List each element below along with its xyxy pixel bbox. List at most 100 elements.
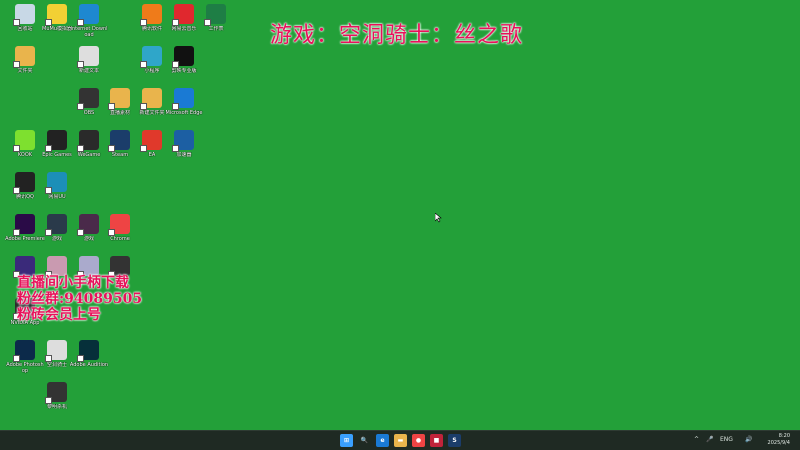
shortcut-arrow-icon: [45, 19, 52, 26]
kook-icon: [13, 130, 35, 152]
desktop-shortcut[interactable]: 新建文件夹: [134, 88, 170, 128]
steam-icon: [108, 130, 130, 152]
microphone-icon[interactable]: 🎤: [706, 436, 713, 443]
netease-music-icon: [172, 4, 194, 26]
app-icon[interactable]: ■: [430, 434, 443, 447]
shortcut-arrow-icon: [140, 103, 147, 110]
app-icon: [140, 46, 162, 68]
desktop-shortcut[interactable]: Steam: [102, 130, 138, 170]
shortcut-arrow-icon: [172, 61, 179, 68]
app-icon: [108, 256, 130, 278]
chrome-icon[interactable]: ●: [412, 434, 425, 447]
desktop-shortcut[interactable]: 加速器: [166, 130, 202, 170]
desktop-shortcut-label: 剪映专业版: [171, 68, 197, 74]
start-button[interactable]: ⊞: [340, 434, 353, 447]
shortcut-arrow-icon: [77, 61, 84, 68]
folder-icon: [13, 46, 35, 68]
promo-overlay: 直播间小手柄下载 粉丝群:94089505 粉砖会员上号: [17, 275, 142, 323]
shortcut-arrow-icon: [13, 61, 20, 68]
game-icon: [77, 214, 99, 236]
desktop-shortcut[interactable]: 回收站: [7, 4, 43, 44]
shortcut-arrow-icon: [140, 61, 147, 68]
desktop-shortcut-label: Microsoft Edge: [165, 110, 203, 116]
search-icon[interactable]: 🔍: [358, 434, 371, 447]
shortcut-arrow-icon: [204, 19, 211, 26]
desktop-shortcut[interactable]: KOOK: [7, 130, 43, 170]
desktop-shortcut[interactable]: 新建文本: [71, 46, 107, 86]
shortcut-arrow-icon: [13, 355, 20, 362]
desktop-shortcut-label: Chrome: [110, 236, 130, 242]
desktop: 回收站 MuMu模拟器 Internet Download 腾讯软件 网易云音乐 工作表文…: [0, 0, 800, 430]
desktop-shortcut[interactable]: 网易云音乐: [166, 4, 202, 44]
file-icon: [77, 46, 99, 68]
desktop-shortcut-label: 黎明杀机: [46, 404, 67, 410]
premiere-icon: [13, 214, 35, 236]
chrome-icon: [108, 214, 130, 236]
game-icon: [45, 340, 67, 362]
desktop-shortcut[interactable]: Chrome: [102, 214, 138, 254]
desktop-shortcut[interactable]: EA: [134, 130, 170, 170]
desktop-shortcut[interactable]: 腾讯QQ: [7, 172, 43, 212]
app-icon: [45, 4, 67, 26]
language-indicator[interactable]: ENG: [720, 436, 733, 443]
shortcut-arrow-icon: [45, 187, 52, 194]
clock[interactable]: 8:20 2025/9/4: [750, 433, 790, 447]
edge-download-icon: [77, 4, 99, 26]
audition-icon: [77, 340, 99, 362]
tray-overflow-icon[interactable]: ^: [694, 436, 699, 443]
shortcut-arrow-icon: [108, 103, 115, 110]
shortcut-arrow-icon: [77, 19, 84, 26]
edge-icon[interactable]: e: [376, 434, 389, 447]
desktop-shortcut[interactable]: 游戏: [39, 214, 75, 254]
shortcut-arrow-icon: [45, 229, 52, 236]
desktop-shortcut[interactable]: Adobe Premiere: [5, 214, 45, 254]
desktop-shortcut[interactable]: Epic Games: [39, 130, 75, 170]
recycle-bin-icon: [13, 4, 35, 26]
file-explorer-icon[interactable]: ▬: [394, 434, 407, 447]
desktop-shortcut[interactable]: 空洞骑士: [39, 340, 75, 380]
desktop-shortcut[interactable]: 剪映专业版: [166, 46, 202, 86]
shortcut-arrow-icon: [172, 145, 179, 152]
shortcut-arrow-icon: [13, 19, 20, 26]
folder-icon: [108, 88, 130, 110]
desktop-shortcut[interactable]: Adobe Audition: [69, 340, 109, 380]
promo-line-fan-group: 粉丝群:94089505: [17, 291, 143, 307]
game-icon: [45, 256, 67, 278]
edge-icon: [172, 88, 194, 110]
shortcut-arrow-icon: [13, 187, 20, 194]
desktop-shortcut-label: 加速器: [176, 152, 192, 158]
shortcut-arrow-icon: [172, 103, 179, 110]
desktop-shortcut[interactable]: MuMu模拟器: [39, 4, 75, 44]
game-icon: [77, 256, 99, 278]
desktop-shortcut[interactable]: 文件夹: [7, 46, 43, 86]
promo-line-download: 直播间小手柄下载: [17, 275, 129, 291]
desktop-shortcut[interactable]: Adobe Photoshop: [6, 340, 44, 380]
desktop-shortcut[interactable]: 网易UU: [39, 172, 75, 212]
desktop-shortcut[interactable]: 小程序: [134, 46, 170, 86]
folder-icon: [140, 88, 162, 110]
desktop-shortcut[interactable]: 工作表: [198, 4, 234, 44]
shortcut-arrow-icon: [45, 355, 52, 362]
desktop-shortcut[interactable]: 直播素材: [102, 88, 138, 128]
game-title-overlay: 游戏：空洞骑士：丝之歌: [270, 23, 524, 48]
shortcut-arrow-icon: [77, 355, 84, 362]
desktop-shortcut[interactable]: Microsoft Edge: [166, 88, 202, 128]
shortcut-arrow-icon: [77, 229, 84, 236]
app-icon: [13, 256, 35, 278]
shortcut-arrow-icon: [13, 229, 20, 236]
desktop-shortcut-label: 工作表: [208, 26, 224, 32]
qq-icon: [13, 172, 35, 194]
desktop-shortcut[interactable]: 腾讯软件: [134, 4, 170, 44]
desktop-shortcut-label: 新建文本: [78, 68, 99, 74]
shortcut-arrow-icon: [140, 145, 147, 152]
desktop-shortcut-label: Adobe Audition: [69, 362, 109, 368]
app-icon: [45, 172, 67, 194]
shortcut-arrow-icon: [45, 145, 52, 152]
shortcut-arrow-icon: [45, 397, 52, 404]
shortcut-arrow-icon: [13, 145, 20, 152]
desktop-shortcut[interactable]: Internet Download: [71, 4, 108, 44]
desktop-shortcut-label: 网易UU: [48, 194, 66, 200]
desktop-shortcut[interactable]: 黎明杀机: [39, 382, 75, 422]
shortcut-arrow-icon: [172, 19, 179, 26]
steam-icon[interactable]: S: [448, 434, 461, 447]
